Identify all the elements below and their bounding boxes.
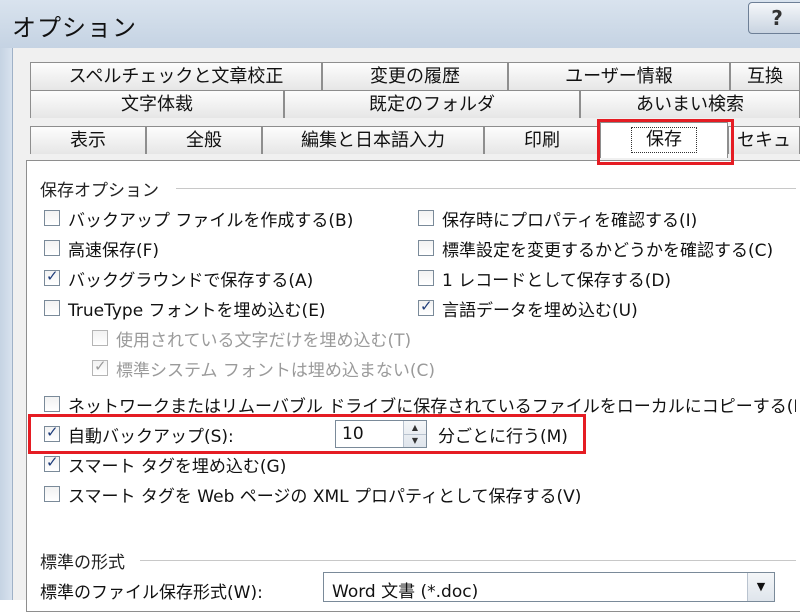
window-title: オプション (12, 14, 137, 42)
tab-compatibility[interactable]: 互換 (730, 62, 800, 90)
save-options-panel (26, 160, 800, 612)
tab-view[interactable]: 表示 (30, 126, 146, 154)
tab-fuzzy-search[interactable]: あいまい検索 (580, 90, 800, 118)
tab-track-changes[interactable]: 変更の履歴 (322, 62, 508, 90)
tab-edit-japanese-input[interactable]: 編集と日本語入力 (262, 126, 484, 154)
tab-user-info[interactable]: ユーザー情報 (508, 62, 730, 90)
tab-spellcheck[interactable]: スペルチェックと文章校正 (30, 62, 322, 90)
help-button[interactable]: ? (748, 2, 800, 34)
tab-general[interactable]: 全般 (146, 126, 262, 154)
tab-print[interactable]: 印刷 (484, 126, 600, 154)
tab-default-folders[interactable]: 既定のフォルダ (284, 90, 580, 118)
title-bar: オプション ? (0, 0, 800, 49)
window-frame-left (0, 48, 13, 600)
tab-security[interactable]: セキュ (728, 126, 800, 154)
tab-typography[interactable]: 文字体裁 (30, 90, 284, 118)
save-tab-highlight (597, 119, 734, 165)
autobackup-highlight (28, 414, 586, 454)
